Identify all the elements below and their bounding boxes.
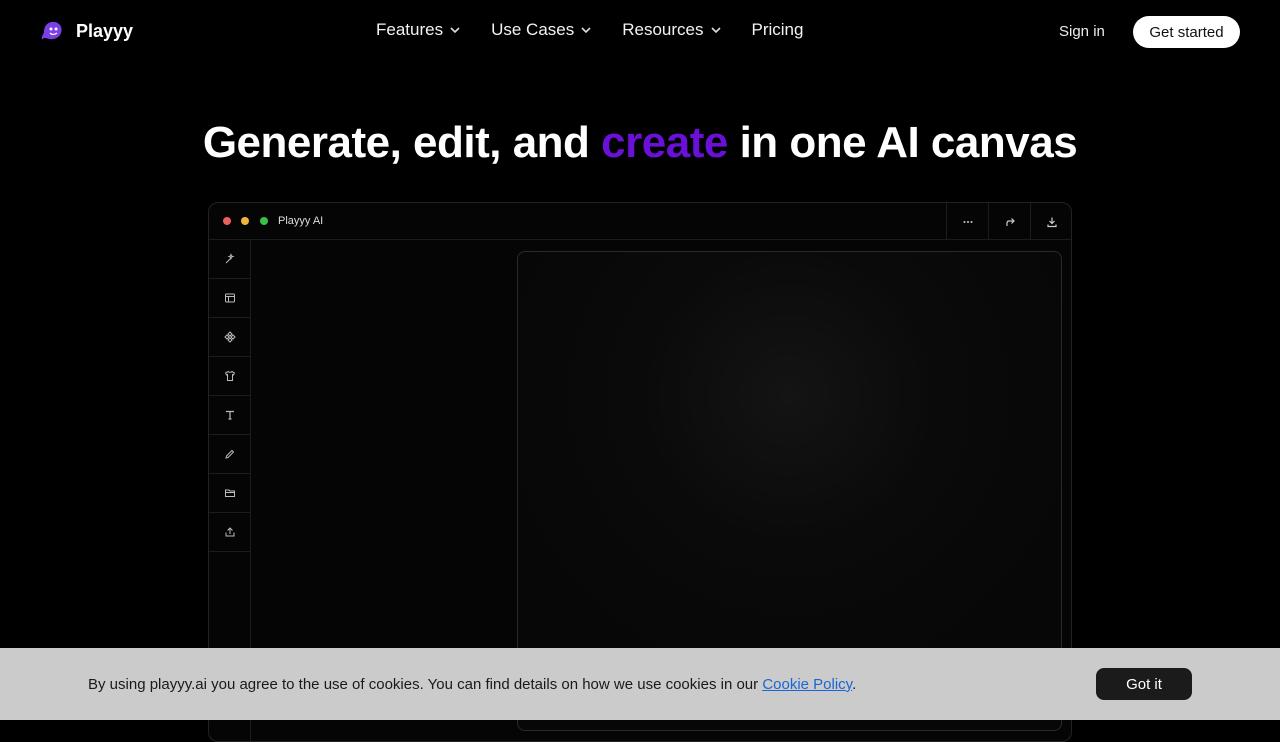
tool-text[interactable] [209, 396, 250, 435]
redo-button[interactable] [988, 203, 1030, 240]
hero-highlight: create [601, 118, 728, 167]
nav-pricing-label: Pricing [751, 20, 804, 39]
cookie-message: By using playyy.ai you agree to the use … [88, 676, 856, 693]
tool-layout[interactable] [209, 279, 250, 318]
more-button[interactable] [946, 203, 988, 240]
logo[interactable]: Playyy [40, 18, 133, 44]
tool-draw[interactable] [209, 435, 250, 474]
download-icon [1046, 217, 1057, 227]
upload-icon [225, 527, 234, 537]
cookie-banner: By using playyy.ai you agree to the use … [0, 648, 1280, 720]
hero-text-before: Generate, edit, and [202, 118, 602, 167]
nav-resources-label: Resources [622, 20, 704, 39]
layout-icon [224, 293, 235, 303]
main-menu: Features Use Cases Resources Pricing [376, 20, 803, 40]
redo-icon [1005, 217, 1015, 226]
download-button[interactable] [1030, 203, 1071, 240]
get-started-button[interactable]: Get started [1133, 16, 1240, 48]
nav-features[interactable]: Features [376, 20, 461, 40]
more-icon [963, 220, 972, 223]
tool-apparel[interactable] [209, 357, 250, 396]
logo-icon [41, 21, 62, 40]
top-nav: Playyy Features Use Cases Resources Pric… [0, 0, 1280, 64]
cookie-suffix: . [852, 676, 857, 693]
magic-wand-icon [225, 253, 234, 264]
chevron-down-icon [710, 27, 721, 34]
components-icon [223, 331, 236, 343]
tool-files[interactable] [209, 474, 250, 513]
brand-name: Playyy [76, 20, 134, 41]
hero-heading: Generate, edit, and create in one AI can… [0, 118, 1280, 168]
chevron-down-icon [581, 27, 591, 34]
hero-text-after: in one AI canvas [727, 118, 1078, 167]
window-title: Playyy AI [278, 215, 324, 227]
text-icon [225, 410, 234, 420]
cookie-text: By using playyy.ai you agree to the use … [88, 676, 763, 693]
window-titlebar: Playyy AI [209, 203, 1071, 240]
nav-use-cases[interactable]: Use Cases [491, 20, 592, 40]
tool-generate[interactable] [209, 240, 250, 279]
got-it-button[interactable]: Got it [1096, 668, 1192, 700]
chevron-down-icon [450, 27, 460, 34]
nav-pricing[interactable]: Pricing [752, 20, 804, 40]
pencil-icon [224, 449, 234, 459]
close-dot-icon [223, 217, 231, 225]
minimize-dot-icon [241, 217, 249, 225]
sign-in-link[interactable]: Sign in [1059, 23, 1105, 40]
nav-features-label: Features [376, 20, 444, 39]
nav-use-cases-label: Use Cases [491, 20, 575, 39]
maximize-dot-icon [260, 217, 268, 225]
shirt-icon [224, 370, 235, 381]
cookie-policy-link[interactable]: Cookie Policy [762, 676, 852, 693]
tool-upload[interactable] [209, 513, 250, 552]
tool-components[interactable] [209, 318, 250, 357]
folder-icon [224, 489, 235, 497]
nav-resources[interactable]: Resources [622, 20, 721, 40]
